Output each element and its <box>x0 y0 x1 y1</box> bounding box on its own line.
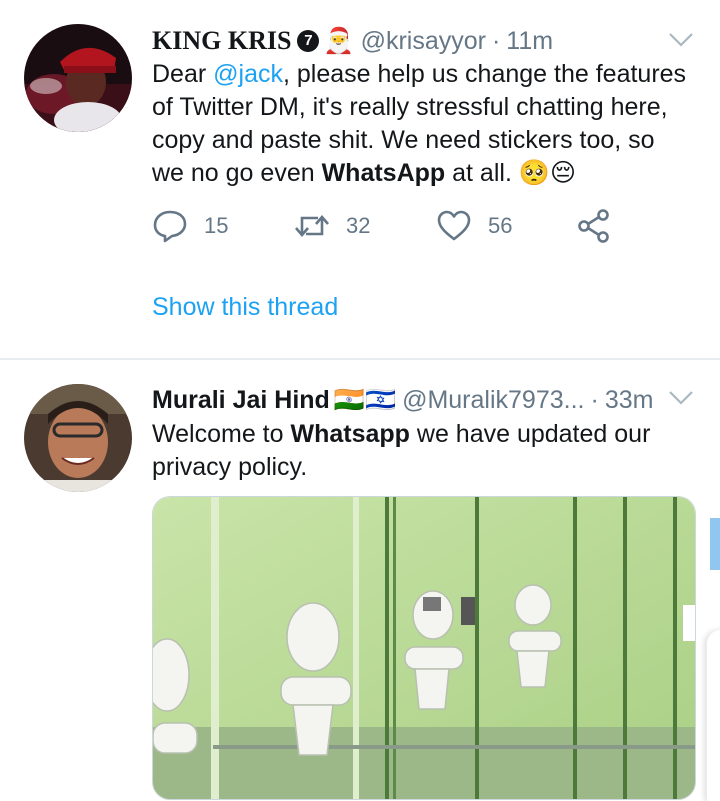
avatar-image <box>24 24 132 132</box>
separator-dot: · <box>491 26 501 55</box>
show-thread-link[interactable]: Show this thread <box>152 293 338 322</box>
retweet-button[interactable]: 32 <box>294 208 370 244</box>
avatar[interactable] <box>24 24 132 132</box>
tweet-header: Murali Jai Hind 🇮🇳🇮🇱 @Muralik7973... · 3… <box>152 383 653 417</box>
tweet-image[interactable] <box>152 496 696 800</box>
reply-icon <box>153 210 187 243</box>
tweet-text-bold: Whatsapp <box>290 420 410 448</box>
heart-icon <box>437 210 471 241</box>
tweet-text-part: Welcome to <box>152 420 291 448</box>
mention-link[interactable]: @jack <box>213 60 283 88</box>
tweet[interactable]: Murali Jai Hind 🇮🇳🇮🇱 @Muralik7973... · 3… <box>0 360 720 801</box>
separator-dot: · <box>590 385 599 414</box>
author-name[interactable]: Murali Jai Hind <box>152 386 330 415</box>
tweet-text-part: at all. 🥺😔 <box>445 159 577 187</box>
santa-emoji: 🎅 <box>323 26 355 55</box>
author-name[interactable]: KING KRIS <box>152 26 291 56</box>
side-panel-edge <box>706 630 720 801</box>
retweet-icon <box>295 215 329 237</box>
toilet-photo <box>153 497 695 799</box>
tweet[interactable]: KING KRIS 7 🎅 @krisayyor · 11m Dear @jac… <box>0 0 720 358</box>
reply-count: 15 <box>204 213 229 238</box>
tweet-header: KING KRIS 7 🎅 @krisayyor · 11m <box>152 24 553 58</box>
tweet-text: Dear @jack, please help us change the fe… <box>152 58 692 190</box>
scrollbar-thumb[interactable] <box>710 518 720 570</box>
retweet-count: 32 <box>346 213 371 238</box>
like-count: 56 <box>488 213 513 238</box>
reply-button[interactable]: 15 <box>152 208 228 244</box>
like-button[interactable]: 56 <box>436 208 512 244</box>
tweet-actions: 15 32 56 <box>152 208 622 252</box>
tweet-text-bold: WhatsApp <box>321 159 446 187</box>
chevron-down-icon[interactable] <box>668 32 694 48</box>
tweet-text: Welcome to Whatsapp we have updated our … <box>152 418 692 484</box>
author-handle[interactable]: @krisayyor <box>361 27 486 56</box>
badge-icon: 7 <box>297 30 320 52</box>
flag-emojis: 🇮🇳🇮🇱 <box>333 385 397 414</box>
share-button[interactable] <box>576 208 628 244</box>
chevron-down-icon[interactable] <box>668 390 694 406</box>
avatar-image <box>24 384 132 492</box>
timestamp[interactable]: 11m <box>506 27 553 56</box>
tweet-text-part: Dear <box>152 60 214 88</box>
share-icon <box>578 209 609 243</box>
timestamp[interactable]: 33m <box>605 386 654 415</box>
author-handle[interactable]: @Muralik7973... <box>402 386 584 415</box>
avatar[interactable] <box>24 384 132 492</box>
